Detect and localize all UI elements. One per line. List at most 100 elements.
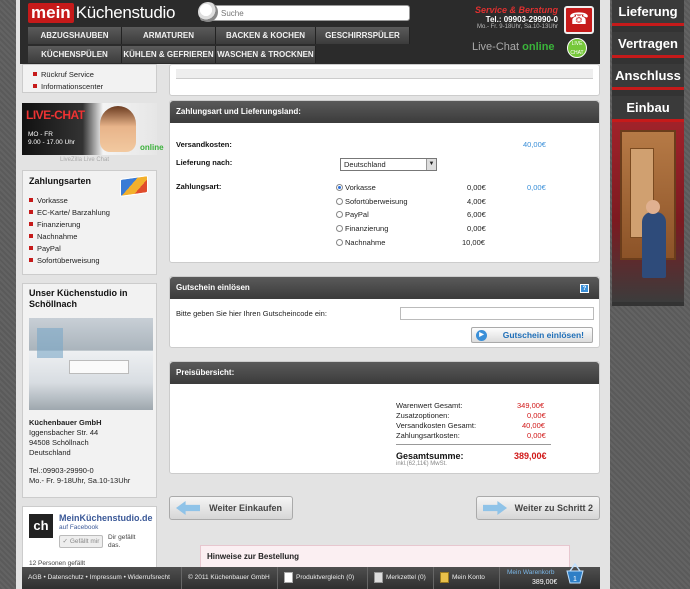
payment-sofort[interactable]: Sofortüberweisung (29, 254, 152, 266)
radio-nachnahme[interactable] (336, 239, 343, 246)
nav-geschirrspueler[interactable]: GESCHIRRSPÜLER (316, 27, 410, 44)
radio-sofortueberweisung[interactable] (336, 198, 343, 205)
basket-label[interactable]: Mein Warenkorb (507, 569, 554, 576)
livechat-ad[interactable]: LIVE-CHAT MO - FR 9.00 - 17.00 Uhr onlin… (22, 103, 164, 155)
facebook-page-logo[interactable]: ch (29, 514, 53, 538)
link-label: Rückruf Service (41, 69, 94, 79)
continue-shopping-button[interactable]: Weiter Einkaufen (169, 496, 293, 520)
nav-abzugshauben[interactable]: ABZUGSHAUBEN (28, 27, 122, 44)
footer-memo[interactable]: Merkzettel (0) (368, 567, 434, 589)
chat-ad-status: online (140, 143, 164, 152)
link-label: Informationscenter (41, 81, 104, 91)
facebook-page-name[interactable]: MeinKüchenstudio.de (59, 513, 153, 523)
help-icon[interactable]: ? (580, 284, 589, 293)
promo-lieferung[interactable]: Lieferung (612, 0, 684, 26)
bullet-icon (29, 198, 33, 202)
footer-copyright: © 2011 Küchenbauer GmbH (182, 567, 278, 589)
memo-label: Merkzettel (0) (386, 574, 426, 581)
price-label: Warenwert Gesamt: (396, 401, 463, 410)
nav-kuechenspuelen[interactable]: KÜCHENSPÜLEN (28, 46, 122, 63)
price-value: 40,00€ (522, 421, 545, 430)
coupon-code-input[interactable] (400, 307, 594, 320)
installer-photo (612, 122, 684, 302)
facebook-like-button[interactable]: ✓ Gefällt mir (59, 535, 103, 548)
chat-ad-hours: MO - FR 9.00 - 17.00 Uhr (28, 131, 75, 147)
payment-paypal[interactable]: PayPal (29, 242, 152, 254)
price-value: 349,00€ (517, 401, 545, 410)
livechat-header[interactable]: Live-Chat online (472, 41, 555, 53)
link-informationscenter[interactable]: Informationscenter (33, 80, 152, 92)
method-name: Finanzierung (345, 224, 389, 233)
bullet-icon (29, 210, 33, 214)
payment-label: Vorkasse (37, 195, 68, 205)
delivery-label: Lieferung nach: (176, 158, 233, 167)
method-fee: 0,00€ (467, 224, 486, 233)
livechat-status: online (522, 41, 555, 53)
search-box (198, 2, 410, 22)
radio-vorkasse[interactable] (336, 184, 343, 191)
search-input[interactable] (221, 7, 401, 19)
shipping-label: Versandkosten: (176, 140, 232, 149)
promo-vertragen[interactable]: Vertragen (612, 32, 684, 58)
radio-finanzierung[interactable] (336, 225, 343, 232)
price-panel-title: Preisübersicht: (170, 362, 599, 384)
nav-backen-kochen[interactable]: BACKEN & KOCHEN (216, 27, 316, 44)
payment-vorkasse[interactable]: Vorkasse (29, 194, 152, 206)
nav-armaturen[interactable]: ARMATUREN (122, 27, 216, 44)
country-select[interactable]: Deutschland ▼ (340, 158, 437, 171)
payment-label: Sofortüberweisung (37, 255, 100, 265)
bullet-icon (29, 222, 33, 226)
store-photo (29, 318, 153, 410)
method-name: Nachnahme (345, 238, 386, 247)
bullet-icon (33, 72, 37, 76)
bullet-icon (29, 234, 33, 238)
facebook-like-label: Gefällt mir (69, 538, 100, 545)
total-value: 389,00€ (514, 451, 547, 461)
method-fee: 0,00€ (467, 183, 486, 192)
livechat-badge-icon[interactable]: LIVE CHAT (567, 38, 587, 58)
search-icon[interactable] (198, 2, 218, 22)
link-rueckruf[interactable]: Rückruf Service (33, 68, 152, 80)
site-logo[interactable]: mein Küchenstudio (28, 3, 175, 23)
coupon-panel-title: Gutschein einlösen ? (170, 277, 599, 299)
store-city: 94508 Schöllnach (29, 438, 89, 447)
redeem-coupon-button[interactable]: ▶ Gutschein einlösen! (471, 327, 593, 343)
promo-einbau[interactable]: Einbau (612, 96, 684, 122)
service-phone: Tel.: 09903-29990-0 (485, 15, 558, 24)
store-address: Küchenbauer GmbH Iggensbacher Str. 44 94… (29, 418, 150, 486)
person-shape (642, 212, 666, 278)
promo-anschluss[interactable]: Anschluss (612, 64, 684, 90)
next-step-button[interactable]: Weiter zu Schritt 2 (476, 496, 600, 520)
payment-methods-list: Vorkasse EC-Karte/ Barzahlung Finanzieru… (29, 194, 152, 266)
payment-ec-karte[interactable]: EC-Karte/ Barzahlung (29, 206, 152, 218)
bullet-icon (33, 84, 37, 88)
country-select-value: Deutschland (344, 160, 386, 169)
footer-compare[interactable]: Produktvergleich (0) (278, 567, 368, 589)
store-title: Unser Küchenstudio in Schöllnach (29, 288, 128, 309)
phone-icon[interactable]: ☎ (564, 6, 594, 34)
compare-label: Produktvergleich (0) (296, 574, 355, 581)
account-label: Mein Konto (452, 574, 485, 581)
method-extra: 0,00€ (527, 183, 546, 192)
shopping-basket-icon[interactable]: 1 (564, 561, 586, 585)
store-country: Deutschland (29, 448, 71, 457)
agent-face-image (100, 106, 136, 152)
footer-legal-links[interactable]: AGB • Datenschutz • Impressum • Widerruf… (22, 567, 182, 589)
radio-paypal[interactable] (336, 211, 343, 218)
store-box: Unser Küchenstudio in Schöllnach Küchenb… (22, 283, 157, 498)
account-icon (440, 571, 449, 583)
top-panel (169, 64, 600, 96)
nav-waschen-trocknen[interactable]: WASCHEN & TROCKNEN (216, 46, 316, 63)
store-tel: Tel.:09903-29990-0 (29, 466, 94, 475)
total-divider (396, 444, 551, 445)
payment-panel: Zahlungsart und Lieferungsland: Versandk… (169, 100, 600, 263)
nav-kuehlen-gefrieren[interactable]: KÜHLEN & GEFRIEREN (122, 46, 216, 63)
store-window-shape (37, 328, 63, 358)
facebook-liked-text: Dir gefällt das. (108, 534, 136, 549)
payment-nachnahme[interactable]: Nachnahme (29, 230, 152, 242)
continue-shopping-label: Weiter Einkaufen (209, 503, 282, 513)
price-label: Zahlungsartkosten: (396, 431, 460, 440)
footer-account[interactable]: Mein Konto (434, 567, 500, 589)
payment-finanzierung[interactable]: Finanzierung (29, 218, 152, 230)
store-hours: Mo.- Fr. 9-18Uhr, Sa.10-13Uhr (29, 476, 131, 485)
